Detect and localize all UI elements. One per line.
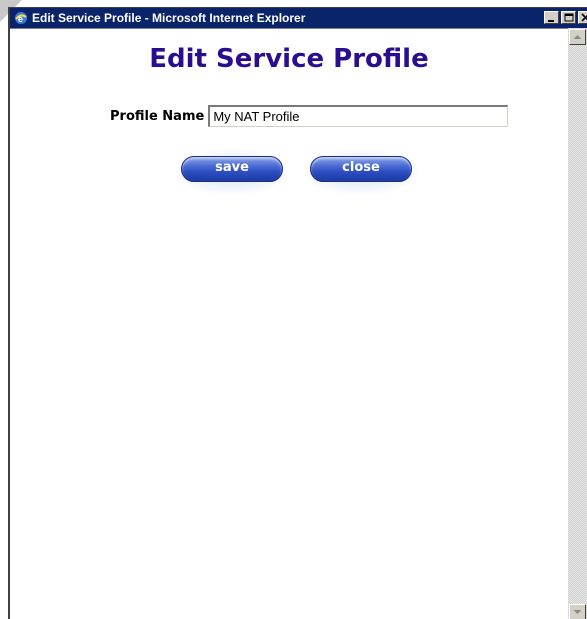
maximize-icon (564, 13, 574, 22)
page-content: Edit Service Profile Profile Name save c… (10, 28, 568, 619)
maximize-button[interactable] (561, 11, 576, 24)
svg-text:e: e (18, 14, 23, 24)
close-icon (581, 13, 587, 22)
save-button[interactable]: save (181, 156, 283, 182)
profile-name-row: Profile Name (110, 104, 509, 128)
close-window-button[interactable] (578, 11, 587, 24)
vertical-scrollbar[interactable] (568, 28, 587, 619)
title-bar[interactable]: e Edit Service Profile - Microsoft Inter… (10, 8, 587, 28)
minimize-button[interactable] (544, 11, 559, 24)
screen: e Edit Service Profile - Microsoft Inter… (0, 0, 587, 619)
scroll-down-arrow-icon (573, 610, 582, 614)
action-buttons: save close (10, 149, 568, 195)
profile-name-label: Profile Name (110, 108, 205, 124)
page-title: Edit Service Profile (149, 44, 429, 74)
minimize-icon (548, 20, 554, 22)
window-controls (544, 11, 587, 25)
close-button[interactable]: close (310, 156, 412, 182)
close-button-wrap: close (305, 149, 417, 195)
profile-name-input[interactable] (208, 105, 509, 127)
window-title: Edit Service Profile - Microsoft Interne… (32, 11, 306, 25)
scroll-up-button[interactable] (569, 29, 586, 45)
browser-window: e Edit Service Profile - Microsoft Inter… (8, 7, 587, 619)
scroll-up-arrow-icon (573, 35, 582, 39)
save-button-wrap: save (176, 149, 288, 195)
ie-icon[interactable]: e (14, 11, 28, 25)
scroll-down-button[interactable] (569, 604, 586, 619)
